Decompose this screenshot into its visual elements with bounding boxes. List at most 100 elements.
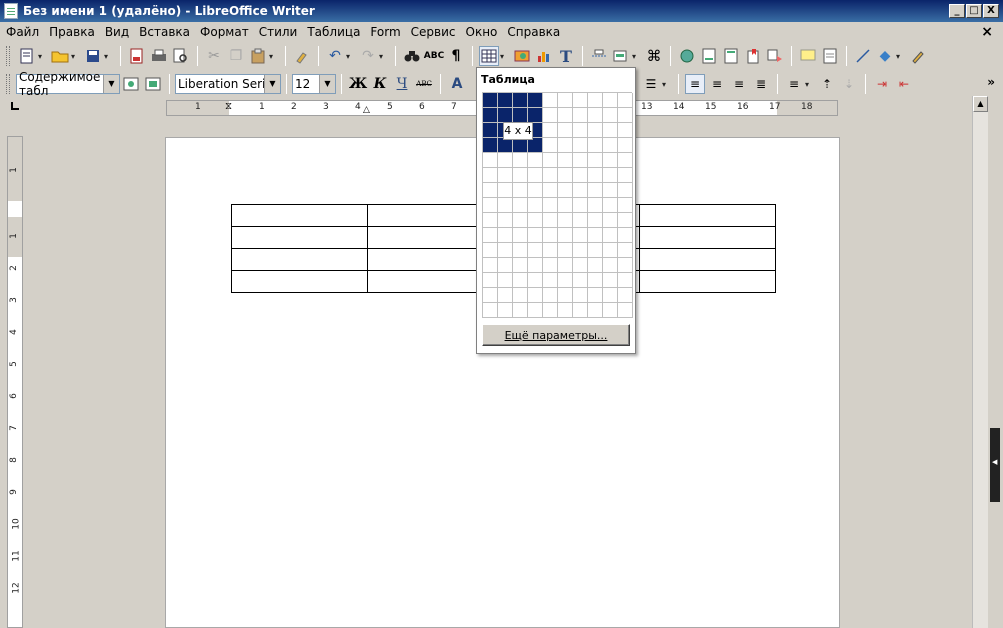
grid-cell[interactable] (543, 273, 558, 288)
grid-cell[interactable] (588, 258, 603, 273)
export-pdf-icon[interactable] (127, 46, 147, 66)
tab-type-icon[interactable] (11, 102, 19, 110)
grid-cell[interactable] (483, 228, 498, 243)
grid-cell[interactable] (543, 93, 558, 108)
grid-cell[interactable] (498, 93, 513, 108)
grid-cell[interactable] (618, 258, 633, 273)
insert-field-dropdown-arrow[interactable]: ▾ (632, 52, 640, 61)
grid-cell[interactable] (513, 288, 528, 303)
find-replace-binoculars-icon[interactable] (402, 46, 422, 66)
open-dropdown-arrow[interactable]: ▾ (71, 52, 79, 61)
table-cell[interactable] (639, 204, 776, 227)
update-style-icon[interactable] (121, 74, 141, 94)
align-justify-icon[interactable]: ≣ (751, 74, 771, 94)
insert-endnote-icon[interactable] (721, 46, 741, 66)
grid-cell[interactable] (513, 273, 528, 288)
grid-cell[interactable] (483, 303, 498, 318)
align-right-icon[interactable]: ≡ (729, 74, 749, 94)
new-document-icon[interactable] (17, 46, 37, 66)
show-draw-functions-icon[interactable] (908, 46, 928, 66)
maximize-button[interactable]: □ (966, 4, 982, 18)
grid-cell[interactable] (588, 273, 603, 288)
grid-cell[interactable] (528, 213, 543, 228)
grid-cell[interactable] (513, 93, 528, 108)
grid-cell[interactable] (558, 243, 573, 258)
decrease-paragraph-spacing-icon[interactable]: ⇣ (839, 74, 859, 94)
italic-button[interactable]: К (370, 74, 390, 94)
grid-cell[interactable] (603, 108, 618, 123)
table-cell[interactable] (231, 248, 368, 271)
basic-shapes-diamond-icon[interactable]: ◆ (875, 46, 895, 66)
grid-cell[interactable] (588, 108, 603, 123)
menu-view[interactable]: Вид (105, 25, 129, 39)
paste-clipboard-icon[interactable] (248, 46, 268, 66)
menu-styles[interactable]: Стили (259, 25, 298, 39)
grid-cell[interactable] (513, 243, 528, 258)
grid-cell[interactable] (558, 228, 573, 243)
grid-cell[interactable] (603, 288, 618, 303)
grid-cell[interactable] (483, 288, 498, 303)
grid-cell[interactable] (498, 183, 513, 198)
grid-cell[interactable] (513, 183, 528, 198)
grid-cell[interactable] (603, 228, 618, 243)
left-indent-marker-icon[interactable]: ⧖ (225, 101, 232, 112)
grid-cell[interactable] (603, 243, 618, 258)
minimize-button[interactable]: _ (949, 4, 965, 18)
grid-cell[interactable] (618, 303, 633, 318)
save-disk-icon[interactable] (83, 46, 103, 66)
grid-cell[interactable] (513, 213, 528, 228)
sidebar-toggle-handle[interactable] (990, 428, 1000, 502)
increase-indent-icon[interactable]: ⇥ (872, 74, 892, 94)
grid-cell[interactable] (558, 198, 573, 213)
toolbar-grip[interactable] (6, 74, 10, 94)
insert-chart-icon[interactable] (534, 46, 554, 66)
font-size-combo[interactable]: 12 ▼ (292, 74, 336, 94)
grid-cell[interactable] (558, 153, 573, 168)
grid-cell[interactable] (603, 258, 618, 273)
grid-cell[interactable] (498, 273, 513, 288)
undo-dropdown-arrow[interactable]: ▾ (346, 52, 354, 61)
grid-cell[interactable] (588, 213, 603, 228)
table-cell[interactable] (231, 204, 368, 227)
grid-cell[interactable] (498, 288, 513, 303)
grid-cell[interactable] (483, 168, 498, 183)
grid-cell[interactable] (573, 228, 588, 243)
grid-cell[interactable] (588, 153, 603, 168)
table-cell[interactable] (639, 226, 776, 249)
grid-cell[interactable] (558, 138, 573, 153)
grid-cell[interactable] (543, 123, 558, 138)
menu-table[interactable]: Таблица (307, 25, 360, 39)
insert-table-dropdown-arrow[interactable]: ▾ (500, 52, 508, 61)
paste-dropdown-arrow[interactable]: ▾ (269, 52, 277, 61)
grid-cell[interactable] (618, 108, 633, 123)
line-spacing-icon[interactable]: ≡ (784, 74, 804, 94)
grid-cell[interactable] (618, 198, 633, 213)
grid-cell[interactable] (543, 228, 558, 243)
align-center-icon[interactable]: ≡ (707, 74, 727, 94)
grid-cell[interactable] (543, 183, 558, 198)
copy-icon[interactable]: ❐ (226, 46, 246, 66)
undo-icon[interactable]: ↶ (325, 46, 345, 66)
grid-cell[interactable] (558, 93, 573, 108)
grid-cell[interactable] (528, 108, 543, 123)
grid-cell[interactable] (573, 138, 588, 153)
grid-cell[interactable] (588, 288, 603, 303)
grid-cell[interactable] (603, 123, 618, 138)
grid-cell[interactable] (603, 93, 618, 108)
grid-cell[interactable] (618, 93, 633, 108)
grid-cell[interactable] (603, 303, 618, 318)
grid-cell[interactable] (588, 123, 603, 138)
grid-cell[interactable] (543, 108, 558, 123)
vertical-ruler[interactable]: 1 1 2 3 4 5 6 7 8 9 10 11 12 (7, 136, 23, 628)
scroll-up-icon[interactable]: ▲ (973, 96, 988, 112)
grid-cell[interactable] (588, 228, 603, 243)
grid-cell[interactable] (543, 258, 558, 273)
grid-cell[interactable] (618, 168, 633, 183)
new-dropdown-arrow[interactable]: ▾ (38, 52, 46, 61)
table-cell[interactable] (231, 226, 368, 249)
table-cell[interactable] (639, 270, 776, 293)
menu-format[interactable]: Формат (200, 25, 249, 39)
grid-cell[interactable] (498, 153, 513, 168)
table-cell[interactable] (639, 248, 776, 271)
grid-cell[interactable] (618, 123, 633, 138)
